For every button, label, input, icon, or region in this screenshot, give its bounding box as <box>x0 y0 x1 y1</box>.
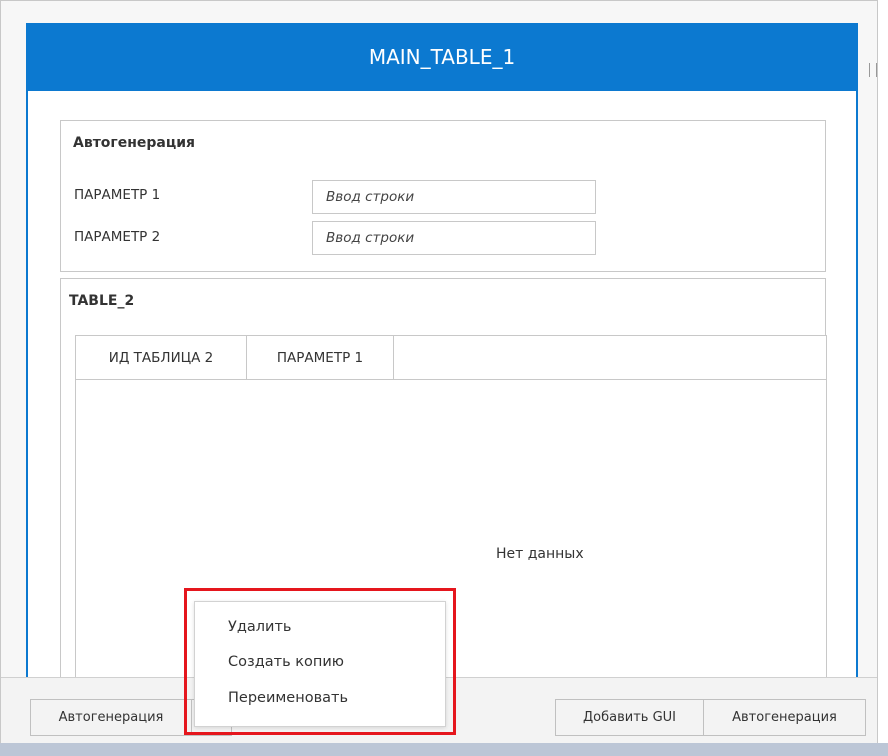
table-2-title: TABLE_2 <box>69 293 135 309</box>
autogen-left-button[interactable]: Автогенерация <box>30 699 192 736</box>
param-1-input[interactable] <box>312 180 596 214</box>
param-1-label: ПАРАМЕТР 1 <box>74 187 161 203</box>
window-title: MAIN_TABLE_1 <box>368 45 516 69</box>
column-header-id[interactable]: ИД ТАБЛИЦА 2 <box>76 336 247 379</box>
window-header: MAIN_TABLE_1 <box>28 23 856 91</box>
scroll-indicator[interactable] <box>869 63 877 77</box>
autogen-right-button[interactable]: Автогенерация <box>703 699 866 736</box>
empty-state-text: Нет данных <box>496 546 584 562</box>
column-header-param-1[interactable]: ПАРАМЕТР 1 <box>247 336 394 379</box>
highlight-box <box>184 588 456 735</box>
bottom-status-bar <box>0 743 888 756</box>
add-gui-button[interactable]: Добавить GUI <box>555 699 704 736</box>
param-2-label: ПАРАМЕТР 2 <box>74 229 161 245</box>
grid-header: ИД ТАБЛИЦА 2 ПАРАМЕТР 1 <box>76 336 826 380</box>
autogen-panel: Автогенерация ПАРАМЕТР 1 ПАРАМЕТР 2 <box>60 120 826 272</box>
autogen-panel-title: Автогенерация <box>73 135 196 151</box>
param-2-input[interactable] <box>312 221 596 255</box>
